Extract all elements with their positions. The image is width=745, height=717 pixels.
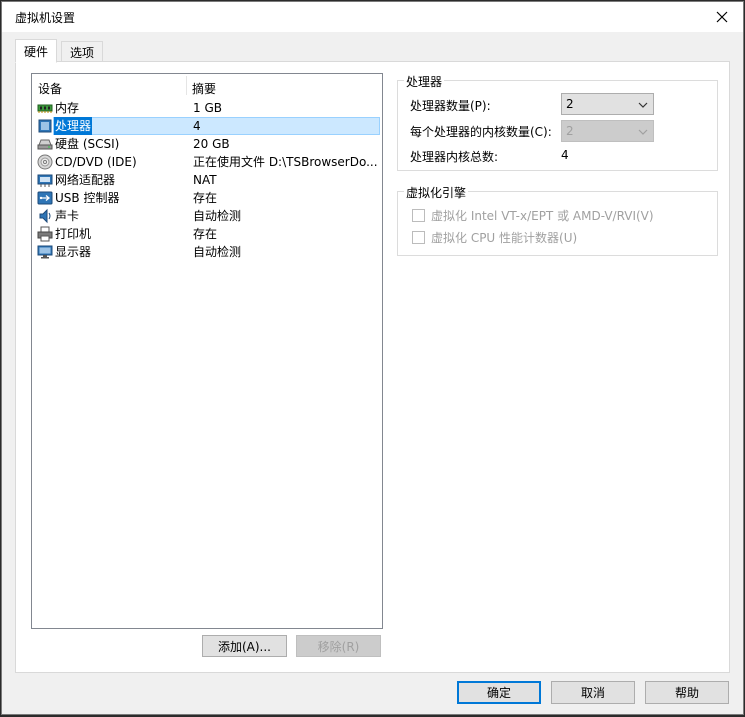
- device-name: 显示器: [55, 245, 92, 259]
- device-row-network[interactable]: 网络适配器 NAT: [33, 171, 381, 189]
- device-list[interactable]: 设备 摘要 内存 1 GB 处理器 4 硬盘 (SCSI) 20 GB CD/D…: [31, 73, 383, 629]
- hardware-panel: 设备 摘要 内存 1 GB 处理器 4 硬盘 (SCSI) 20 GB CD/D…: [15, 61, 730, 673]
- device-name: 打印机: [55, 227, 92, 241]
- device-summary: 正在使用文件 D:\TSBrowserDo...: [193, 155, 378, 169]
- ok-label: 确定: [486, 686, 511, 700]
- device-summary: 存在: [193, 227, 218, 241]
- device-name: 处理器: [54, 117, 93, 135]
- add-device-label: 添加(A)...: [217, 639, 272, 654]
- device-summary: 自动检测: [193, 245, 242, 259]
- device-name: CD/DVD (IDE): [55, 155, 137, 169]
- cpu-counter-checkbox-box[interactable]: [412, 231, 425, 244]
- printer-icon: [37, 226, 53, 242]
- cancel-label: 取消: [580, 686, 605, 700]
- processor-count-select[interactable]: 2: [561, 93, 654, 115]
- tab-options[interactable]: 选项: [61, 41, 104, 63]
- device-summary: 20 GB: [193, 137, 230, 151]
- device-summary: 存在: [193, 191, 218, 205]
- tab-options-label: 选项: [70, 45, 95, 60]
- device-name: USB 控制器: [55, 191, 120, 205]
- device-row-hard-disk[interactable]: 硬盘 (SCSI) 20 GB: [33, 135, 381, 153]
- cancel-button[interactable]: 取消: [551, 681, 635, 704]
- cores-per-processor-value: 2: [566, 124, 574, 138]
- processor-count-value: 2: [566, 97, 574, 111]
- device-name: 硬盘 (SCSI): [55, 137, 120, 151]
- remove-device-label: 移除(R): [317, 639, 360, 654]
- cpu-counter-checkbox-label: 虚拟化 CPU 性能计数器(U): [431, 231, 578, 245]
- list-header: 设备 摘要: [32, 74, 382, 98]
- device-summary: 4: [193, 119, 201, 133]
- device-row-processor[interactable]: 处理器 4: [33, 117, 381, 135]
- vtx-checkbox-box[interactable]: [412, 209, 425, 222]
- tab-hardware-label: 硬件: [24, 44, 49, 59]
- device-summary: 自动检测: [193, 209, 242, 223]
- memory-icon: [37, 104, 53, 113]
- ok-button[interactable]: 确定: [457, 681, 541, 704]
- vtx-checkbox[interactable]: 虚拟化 Intel VT-x/EPT 或 AMD-V/RVI(V): [412, 207, 654, 224]
- device-row-usb[interactable]: USB 控制器 存在: [33, 189, 381, 207]
- virtualization-group-title: 虚拟化引擎: [404, 184, 469, 201]
- close-button[interactable]: [709, 5, 735, 29]
- display-icon: [37, 245, 53, 259]
- total-cores-value: 4: [561, 148, 569, 162]
- chevron-down-icon: [638, 129, 648, 135]
- total-cores-label: 处理器内核总数:: [410, 150, 499, 164]
- title-bar: 虚拟机设置: [2, 2, 743, 32]
- processor-count-label: 处理器数量(P):: [410, 99, 491, 113]
- device-name: 内存: [55, 101, 80, 115]
- usb-icon: [37, 191, 53, 205]
- processor-icon: [38, 119, 52, 133]
- hard-disk-icon: [37, 139, 53, 150]
- vm-settings-dialog: 虚拟机设置 硬件 选项 设备 摘要 内存 1 GB 处理器 4 硬盘 (SCSI…: [1, 1, 744, 715]
- processor-group: 处理器 处理器数量(P): 2 每个处理器的内核数量(C): 2 处理器内核总数…: [397, 73, 718, 171]
- cpu-counter-checkbox[interactable]: 虚拟化 CPU 性能计数器(U): [412, 229, 577, 246]
- header-divider[interactable]: [186, 76, 187, 95]
- device-row-memory[interactable]: 内存 1 GB: [33, 99, 381, 117]
- device-row-sound[interactable]: 声卡 自动检测: [33, 207, 381, 225]
- device-summary: 1 GB: [193, 101, 222, 115]
- device-row-display[interactable]: 显示器 自动检测: [33, 243, 381, 261]
- cores-per-processor-label: 每个处理器的内核数量(C):: [410, 125, 552, 139]
- device-row-printer[interactable]: 打印机 存在: [33, 225, 381, 243]
- add-device-button[interactable]: 添加(A)...: [202, 635, 287, 657]
- header-summary[interactable]: 摘要: [192, 80, 216, 97]
- sound-card-icon: [39, 208, 51, 224]
- header-device[interactable]: 设备: [38, 80, 62, 97]
- cores-per-processor-select[interactable]: 2: [561, 120, 654, 142]
- virtualization-group: 虚拟化引擎 虚拟化 Intel VT-x/EPT 或 AMD-V/RVI(V) …: [397, 184, 718, 256]
- window-title: 虚拟机设置: [15, 11, 76, 25]
- device-summary: NAT: [193, 173, 217, 187]
- close-icon: [716, 11, 728, 23]
- chevron-down-icon: [638, 102, 648, 108]
- network-adapter-icon: [37, 174, 53, 187]
- device-row-cd-dvd[interactable]: CD/DVD (IDE) 正在使用文件 D:\TSBrowserDo...: [33, 153, 381, 171]
- device-name: 网络适配器: [55, 173, 116, 187]
- device-name: 声卡: [55, 209, 80, 223]
- help-button[interactable]: 帮助: [645, 681, 729, 704]
- remove-device-button[interactable]: 移除(R): [296, 635, 381, 657]
- tab-hardware[interactable]: 硬件: [15, 39, 58, 63]
- vtx-checkbox-label: 虚拟化 Intel VT-x/EPT 或 AMD-V/RVI(V): [431, 209, 654, 223]
- processor-group-title: 处理器: [404, 73, 445, 90]
- cd-dvd-icon: [37, 154, 53, 170]
- help-label: 帮助: [674, 686, 699, 700]
